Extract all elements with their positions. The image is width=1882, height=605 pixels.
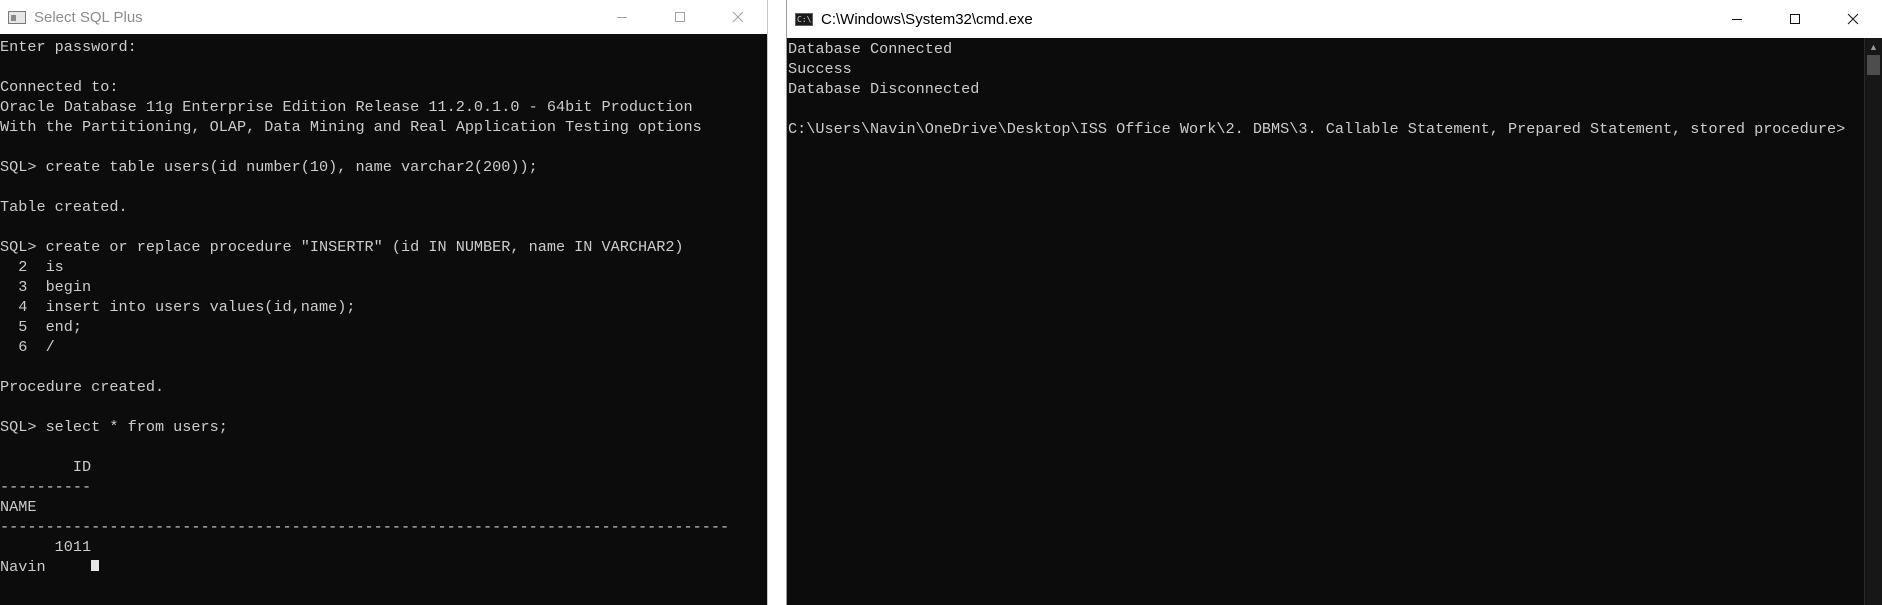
- sqlplus-console-line: [0, 137, 767, 157]
- scrollbar-thumb[interactable]: [1867, 55, 1880, 75]
- text-cursor: [91, 560, 99, 571]
- sqlplus-console-line: Table created.: [0, 198, 128, 216]
- sqlplus-console-line: 1011: [0, 538, 92, 556]
- sqlplus-window[interactable]: Select SQL Plus Enter password: Connected…: [0, 0, 768, 605]
- scroll-up-arrow-icon[interactable]: ▲: [1865, 38, 1882, 55]
- sqlplus-minimize-button[interactable]: [593, 0, 651, 34]
- sqlplus-console-line: [0, 397, 767, 417]
- sqlplus-close-button[interactable]: [709, 0, 767, 34]
- cmd-window-controls: [1708, 0, 1882, 38]
- close-icon: [1847, 13, 1859, 25]
- cmd-minimize-button[interactable]: [1708, 0, 1766, 38]
- sqlplus-console-line: ----------: [0, 478, 92, 496]
- sqlplus-console-line: Navin: [0, 558, 46, 576]
- window-gap: [768, 34, 786, 605]
- maximize-icon: [1790, 14, 1800, 24]
- sqlplus-console-line: 4 insert into users values(id,name);: [0, 298, 356, 316]
- sqlplus-console-line: Connected to:: [0, 78, 119, 96]
- sqlplus-app-icon: [8, 10, 26, 24]
- sqlplus-console-line: 5 end;: [0, 318, 83, 336]
- cmd-close-button[interactable]: [1824, 0, 1882, 38]
- close-icon: [732, 11, 744, 23]
- sqlplus-console-line: [0, 177, 767, 197]
- sqlplus-console-line: 6 /: [0, 338, 55, 356]
- sqlplus-console-line: ----------------------------------------…: [0, 518, 730, 536]
- sqlplus-console-output[interactable]: Enter password: Connected to: Oracle Datab…: [0, 34, 767, 605]
- sqlplus-console-line: SQL> create or replace procedure "INSERT…: [0, 238, 684, 256]
- sqlplus-console-line: [0, 357, 767, 377]
- sqlplus-console-line: Procedure created.: [0, 378, 165, 396]
- cmd-window-title: C:\Windows\System32\cmd.exe: [821, 10, 1033, 28]
- minimize-icon: [1732, 19, 1742, 20]
- cmd-titlebar[interactable]: C:\ C:\Windows\System32\cmd.exe: [787, 0, 1882, 38]
- sqlplus-console-line: SQL> create table users(id number(10), n…: [0, 158, 538, 176]
- sqlplus-console-line: [0, 57, 767, 77]
- cmd-console-output[interactable]: Database Connected Success Database Discon…: [787, 38, 1864, 605]
- cmd-app-icon: C:\: [795, 12, 813, 26]
- sqlplus-console-line: Oracle Database 11g Enterprise Edition R…: [0, 98, 693, 116]
- cmd-console-line: Database Connected: [788, 40, 953, 58]
- minimize-icon: [617, 17, 627, 18]
- cmd-console-line: Success: [788, 60, 852, 78]
- sqlplus-console-line: NAME: [0, 498, 37, 516]
- sqlplus-window-controls: [593, 0, 767, 34]
- sqlplus-console-line: Enter password:: [0, 38, 137, 56]
- maximize-icon: [675, 12, 685, 22]
- sqlplus-console-line: With the Partitioning, OLAP, Data Mining…: [0, 118, 702, 136]
- cmd-console-line: C:\Users\Navin\OneDrive\Desktop\ISS Offi…: [788, 120, 1846, 138]
- cmd-console-line: Database Disconnected: [788, 80, 980, 98]
- cmd-window[interactable]: C:\ C:\Windows\System32\cmd.exe Database…: [786, 0, 1882, 605]
- cmd-maximize-button[interactable]: [1766, 0, 1824, 38]
- sqlplus-console-line: [0, 217, 767, 237]
- cmd-vertical-scrollbar[interactable]: ▲: [1864, 38, 1882, 605]
- sqlplus-console-line: [0, 437, 767, 457]
- sqlplus-window-title: Select SQL Plus: [34, 8, 143, 26]
- sqlplus-console-line: ID: [0, 458, 92, 476]
- sqlplus-console-line: SQL> select * from users;: [0, 418, 228, 436]
- cmd-console-line: [788, 99, 1864, 119]
- sqlplus-maximize-button[interactable]: [651, 0, 709, 34]
- sqlplus-titlebar[interactable]: Select SQL Plus: [0, 0, 767, 34]
- sqlplus-console-line: 3 begin: [0, 278, 92, 296]
- sqlplus-console-line: 2 is: [0, 258, 64, 276]
